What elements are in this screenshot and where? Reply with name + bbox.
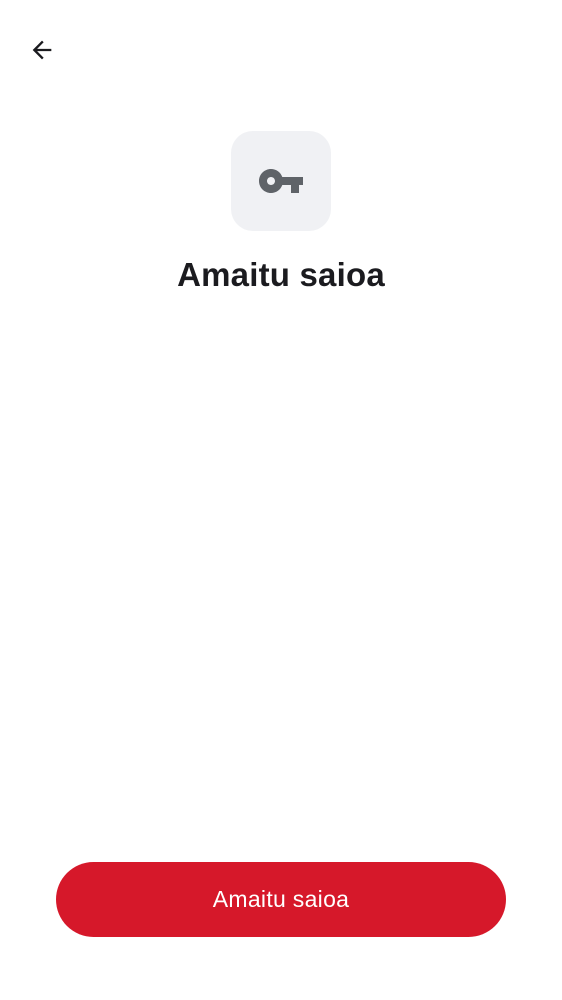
key-icon-tile [231,131,331,231]
back-button[interactable] [20,28,64,72]
end-session-button[interactable]: Amaitu saioa [56,862,506,937]
key-icon [259,169,303,193]
page-title: Amaitu saioa [177,256,385,293]
arrow-left-icon [32,40,52,60]
